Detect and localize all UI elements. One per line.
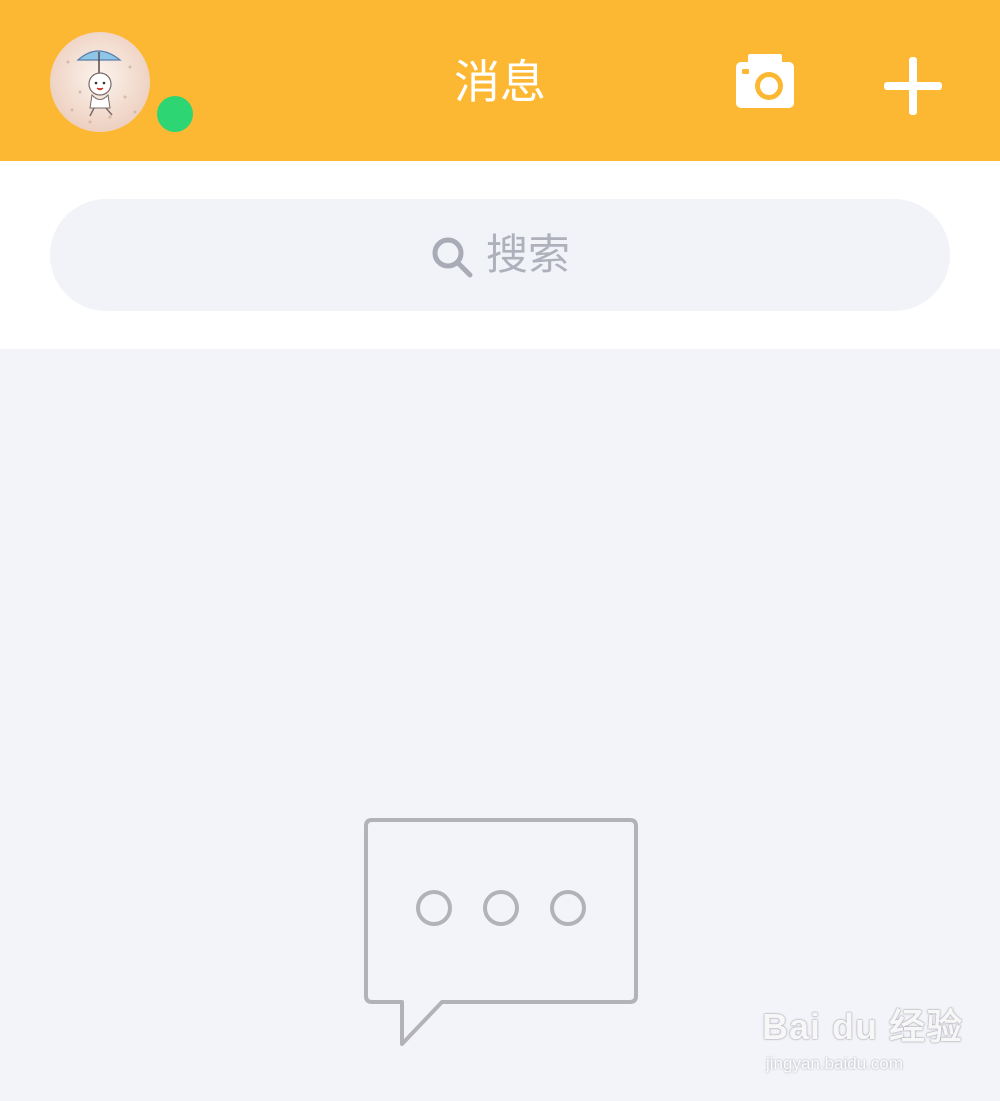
search-placeholder: 搜索 — [485, 230, 570, 279]
search-icon — [432, 237, 473, 278]
search-panel: 搜索 — [0, 161, 1000, 349]
watermark-brand: Bai du 经验 — [762, 1006, 964, 1047]
baidu-watermark: Bai du 经验 jingyan.baidu.com — [762, 990, 972, 1080]
chat-bubble-icon — [364, 818, 638, 1046]
add-button[interactable] — [882, 55, 944, 117]
watermark-url: jingyan.baidu.com — [766, 1054, 904, 1073]
top-bar: 消息 — [0, 0, 1000, 161]
user-avatar[interactable] — [50, 32, 150, 132]
search-input[interactable]: 搜索 — [50, 199, 950, 311]
camera-button[interactable] — [734, 52, 796, 110]
plus-icon — [884, 57, 942, 115]
online-status-dot — [156, 95, 194, 133]
messages-screen: 消息 搜索 Bai du 经验 jingyan.baidu.com — [0, 0, 1000, 1101]
page-title: 消息 — [454, 55, 546, 109]
search-content: 搜索 — [50, 199, 950, 311]
avatar-illustration-icon — [66, 50, 137, 124]
camera-icon — [736, 54, 794, 108]
